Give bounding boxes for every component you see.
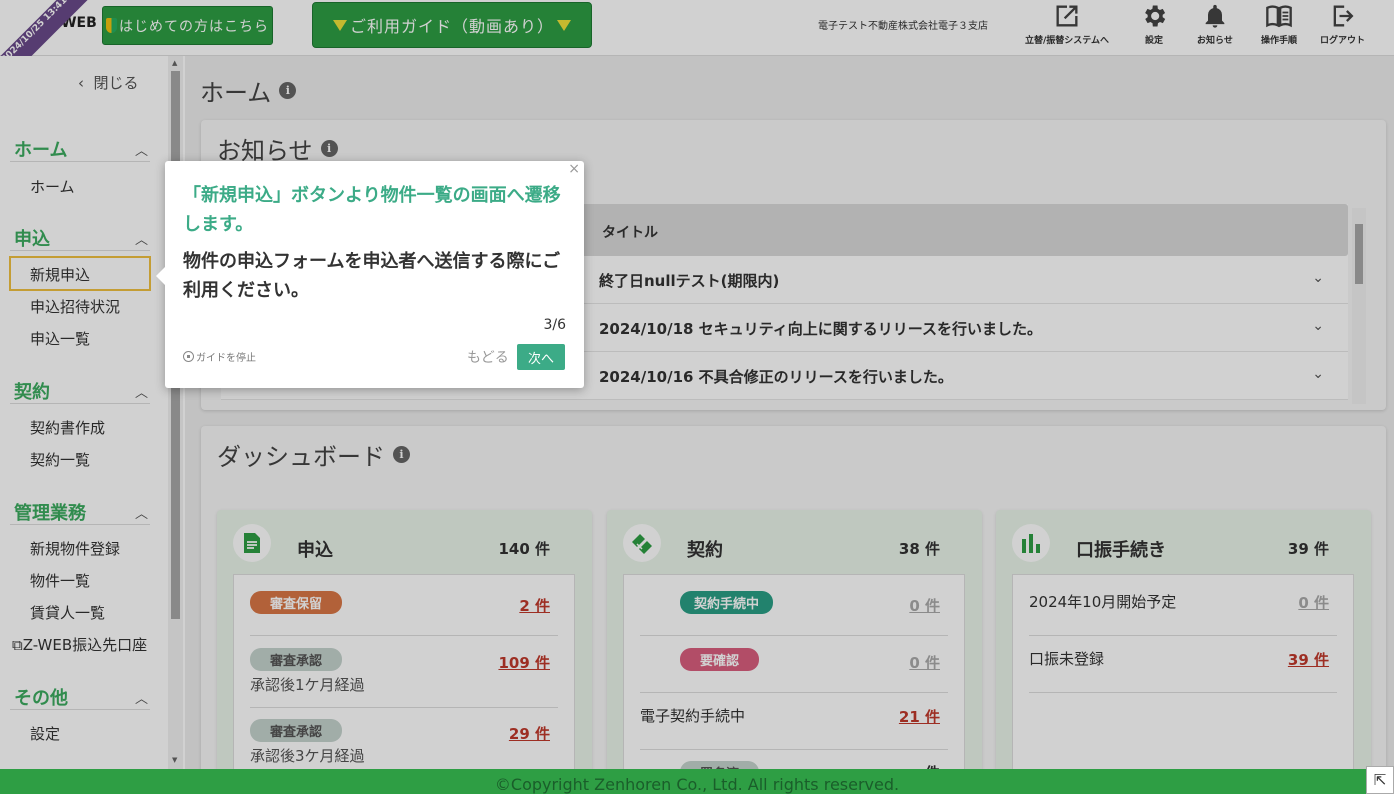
resize-corner-icon[interactable]: ⇱ [1366, 766, 1394, 794]
guide-step-counter: 3/6 [543, 317, 566, 333]
guide-headline: 「新規申込」ボタンより物件一覧の画面へ遷移します。 [183, 185, 561, 235]
guide-back-button[interactable]: もどる [467, 347, 509, 367]
guide-body: 物件の申込フォームを申込者へ送信する際にご利用ください。 [183, 251, 561, 301]
guide-next-button[interactable]: 次へ [517, 344, 565, 370]
close-icon[interactable]: × [568, 161, 580, 177]
footer: ©Copyright Zenhoren Co., Ltd. All rights… [0, 769, 1394, 794]
guide-popup: × 「新規申込」ボタンより物件一覧の画面へ遷移します。 物件の申込フォームを申込… [156, 161, 584, 388]
stop-icon [183, 351, 194, 362]
stop-guide-label: ガイドを停止 [196, 353, 256, 364]
stop-guide-button[interactable]: ガイドを停止 [183, 349, 256, 364]
